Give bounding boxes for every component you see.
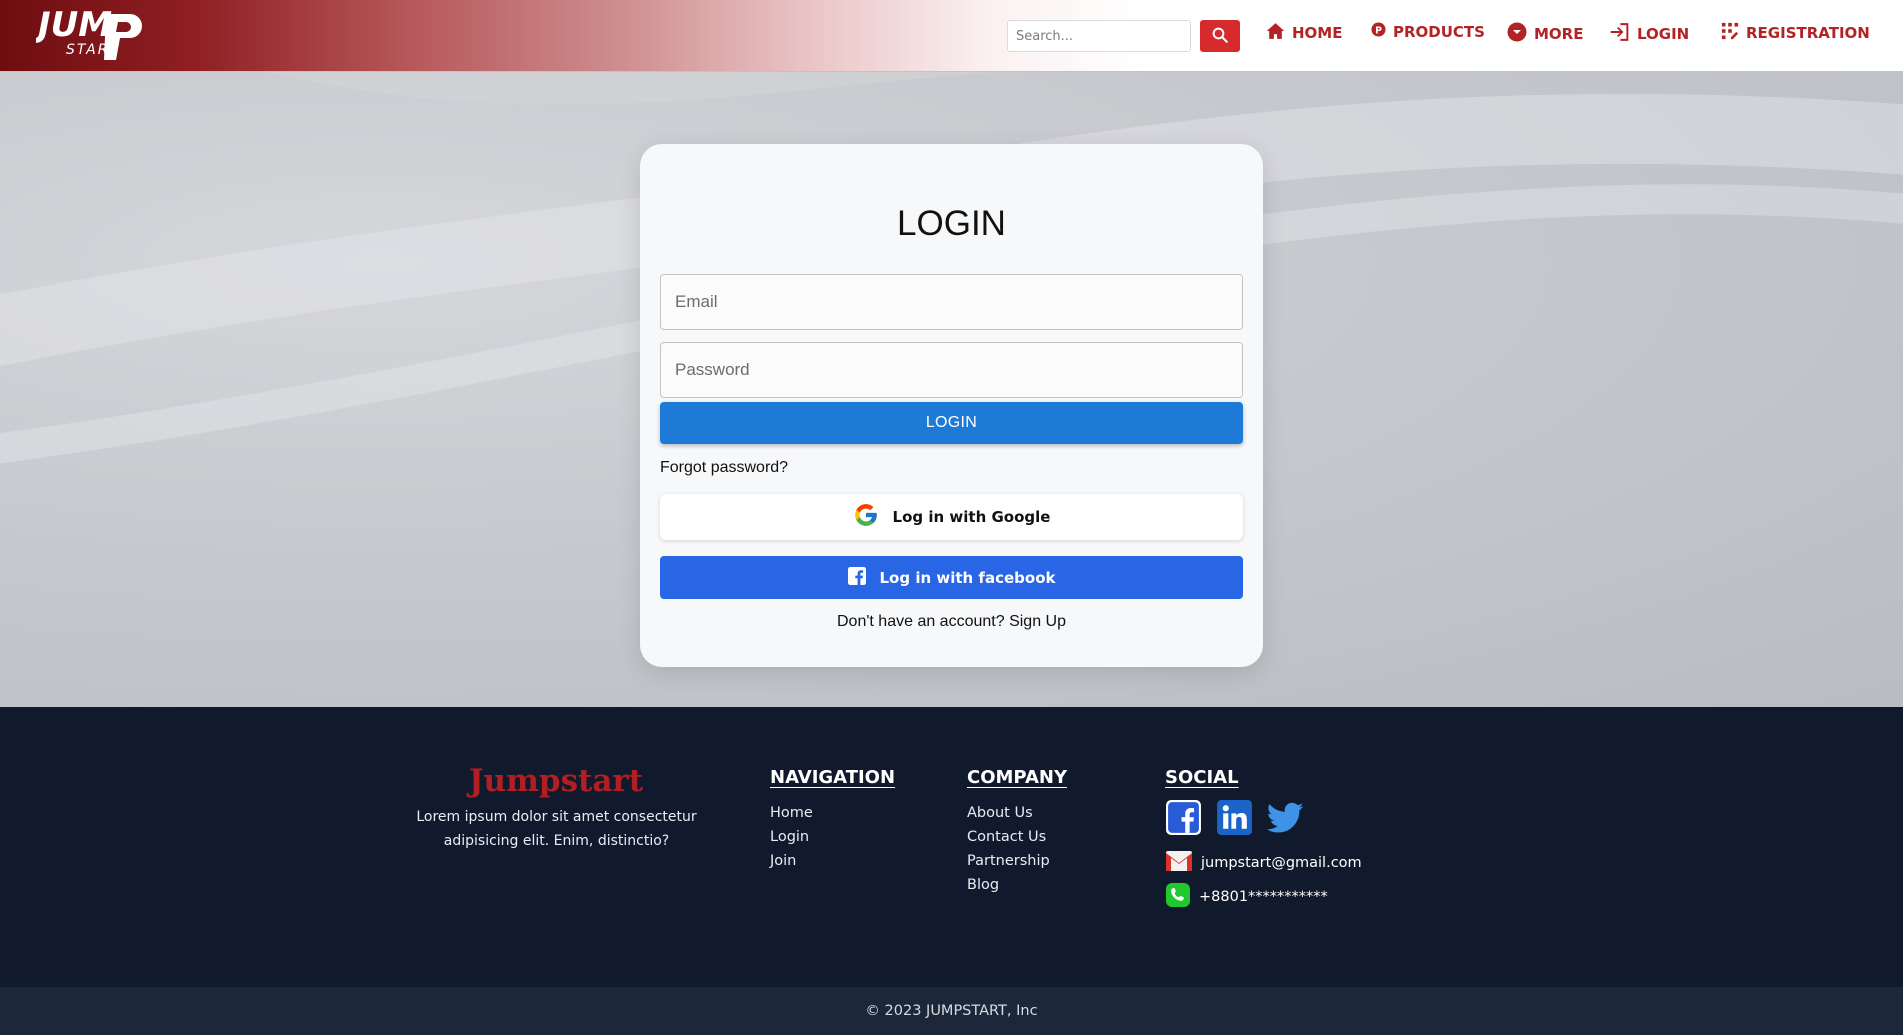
footer-company-title: COMPANY bbox=[967, 767, 1067, 788]
nav-products[interactable]: P PRODUCTS bbox=[1371, 22, 1485, 41]
phone-icon bbox=[1165, 882, 1191, 912]
nav-more[interactable]: MORE bbox=[1507, 22, 1583, 46]
nav-login-label: LOGIN bbox=[1637, 25, 1690, 43]
footer-company-list: About Us Contact Us Partnership Blog bbox=[967, 801, 1050, 897]
signup-link[interactable]: Sign Up bbox=[1009, 613, 1066, 630]
email-field[interactable] bbox=[660, 274, 1243, 330]
login-section: LOGIN LOGIN Forgot password? Log in with… bbox=[0, 72, 1903, 707]
signup-prompt-text: Don't have an account? bbox=[837, 613, 1005, 630]
footer-nav-join[interactable]: Join bbox=[770, 849, 813, 873]
footer-navigation-title: NAVIGATION bbox=[770, 767, 896, 788]
p-badge-icon: P bbox=[1371, 22, 1386, 41]
facebook-icon bbox=[847, 566, 866, 589]
svg-text:START: START bbox=[66, 42, 120, 58]
nav-home-label: HOME bbox=[1292, 24, 1343, 42]
svg-text:JUM: JUM bbox=[36, 5, 112, 45]
footer-company-contact[interactable]: Contact Us bbox=[967, 825, 1050, 849]
footer-navigation-list: Home Login Join bbox=[770, 801, 813, 873]
google-button-label: Log in with Google bbox=[892, 508, 1051, 526]
svg-text:P: P bbox=[1375, 25, 1382, 36]
footer-nav-login[interactable]: Login bbox=[770, 825, 813, 849]
footer-company-partnership[interactable]: Partnership bbox=[967, 849, 1050, 873]
footer-social-title: SOCIAL bbox=[1165, 767, 1239, 788]
login-icon bbox=[1609, 22, 1630, 46]
login-title: LOGIN bbox=[897, 204, 1006, 243]
nav-registration[interactable]: REGISTRATION bbox=[1721, 22, 1870, 44]
password-field[interactable] bbox=[660, 342, 1243, 398]
footer-brand-title: Jumpstart bbox=[468, 763, 644, 799]
signup-prompt: Don't have an account? Sign Up bbox=[640, 613, 1263, 631]
footer-email-text[interactable]: jumpstart@gmail.com bbox=[1201, 855, 1362, 871]
copyright-text: © 2023 JUMPSTART, Inc bbox=[865, 1003, 1038, 1019]
nav-home[interactable]: HOME bbox=[1266, 22, 1342, 44]
search-input[interactable] bbox=[1007, 20, 1191, 52]
login-card: LOGIN LOGIN Forgot password? Log in with… bbox=[640, 144, 1263, 667]
search-icon bbox=[1211, 26, 1229, 47]
footer-email: jumpstart@gmail.com bbox=[1165, 850, 1362, 876]
footer-phone: +8801*********** bbox=[1165, 882, 1328, 912]
forgot-password-link[interactable]: Forgot password? bbox=[660, 459, 788, 477]
footer-description: Lorem ipsum dolor sit amet consectetur a… bbox=[416, 809, 697, 849]
footer: Jumpstart Lorem ipsum dolor sit amet con… bbox=[0, 707, 1903, 987]
google-icon bbox=[853, 502, 879, 532]
twitter-icon[interactable] bbox=[1266, 802, 1304, 839]
facebook-button-label: Log in with facebook bbox=[879, 568, 1056, 587]
nav-more-label: MORE bbox=[1534, 25, 1584, 43]
chevron-down-circle-icon bbox=[1507, 22, 1527, 46]
top-navbar: JUM START HOME P PRODUCTS MORE LOGIN bbox=[0, 0, 1903, 72]
nav-login[interactable]: LOGIN bbox=[1609, 22, 1689, 46]
search-button[interactable] bbox=[1200, 20, 1240, 52]
nav-registration-label: REGISTRATION bbox=[1746, 24, 1870, 42]
home-icon bbox=[1266, 22, 1285, 44]
facebook-login-button[interactable]: Log in with facebook bbox=[660, 556, 1243, 599]
footer-company-about[interactable]: About Us bbox=[967, 801, 1050, 825]
footer-company-blog[interactable]: Blog bbox=[967, 873, 1050, 897]
login-button[interactable]: LOGIN bbox=[660, 402, 1243, 444]
nav-products-label: PRODUCTS bbox=[1393, 22, 1485, 41]
facebook-icon[interactable] bbox=[1165, 799, 1202, 841]
footer-phone-text: +8801*********** bbox=[1199, 889, 1328, 905]
linkedin-icon[interactable] bbox=[1216, 799, 1253, 841]
social-icons bbox=[1165, 799, 1304, 841]
footer-nav-home[interactable]: Home bbox=[770, 801, 813, 825]
registration-icon bbox=[1721, 22, 1739, 44]
mail-icon bbox=[1165, 850, 1193, 876]
jumpstart-logo[interactable]: JUM START bbox=[32, 4, 156, 66]
google-login-button[interactable]: Log in with Google bbox=[660, 494, 1243, 540]
copyright-bar: © 2023 JUMPSTART, Inc bbox=[0, 987, 1903, 1035]
